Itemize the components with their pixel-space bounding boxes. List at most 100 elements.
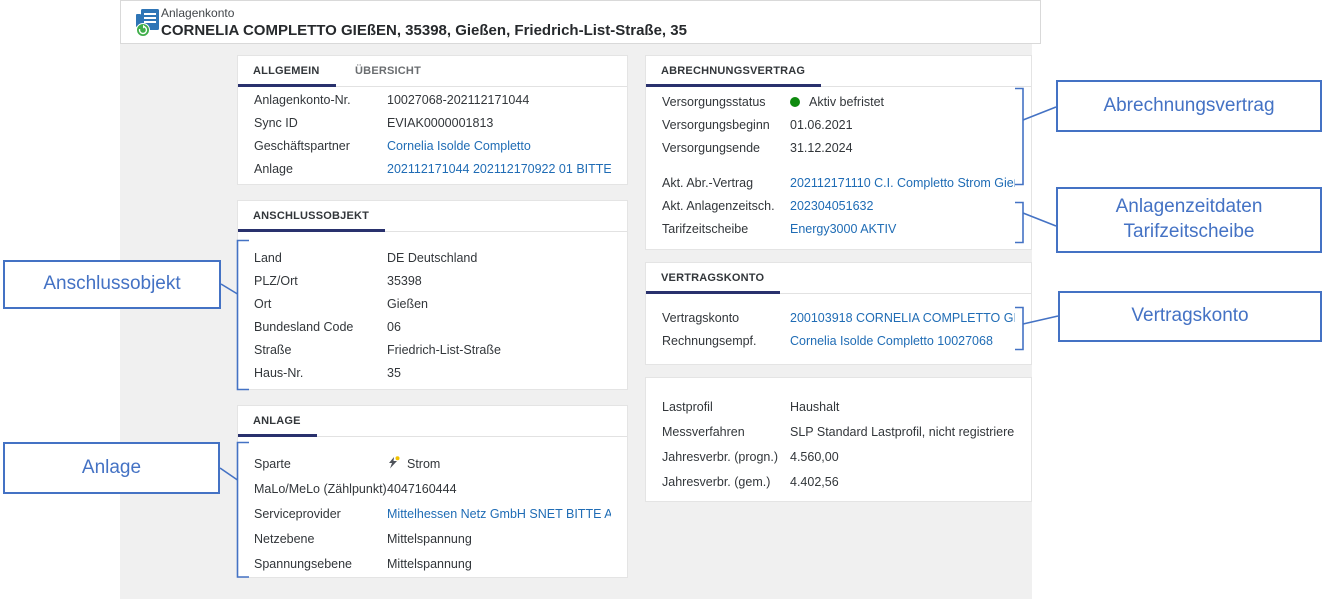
field-row: Anlage 202112171044 202112170922 01 BITT…	[254, 157, 611, 180]
serviceprovider-link[interactable]: Mittelhessen Netz GmbH SNET BITTE AENDER…	[387, 507, 611, 521]
field-label: Anlage	[254, 162, 387, 176]
tab-abrechnungsvertrag[interactable]: ABRECHNUNGSVERTRAG	[646, 56, 821, 87]
electricity-flash-icon	[387, 456, 401, 472]
field-row: Jahresverbr. (gem.) 4.402,56	[662, 469, 1015, 494]
field-value: 31.12.2024	[790, 141, 1015, 155]
field-row: Akt. Anlagenzeitsch. 202304051632	[662, 194, 1015, 217]
field-label: Sparte	[254, 457, 387, 471]
abr-vertrag-link[interactable]: 202112171110 C.I. Completto Strom Gießen	[790, 176, 1015, 190]
callout-label: Abrechnungsvertrag	[1103, 94, 1274, 119]
field-label: Versorgungsende	[662, 141, 790, 155]
field-label: Messverfahren	[662, 425, 790, 439]
field-value: Friedrich-List-Straße	[387, 343, 611, 357]
field-row: Geschäftspartner Cornelia Isolde Complet…	[254, 134, 611, 157]
field-value: Gießen	[387, 297, 611, 311]
panel-anschlussobjekt: ANSCHLUSSOBJEKT Land DE Deutschland PLZ/…	[237, 200, 628, 390]
rechnungsempfaenger-link[interactable]: Cornelia Isolde Completto 10027068	[790, 334, 1015, 348]
field-label: Vertragskonto	[662, 311, 790, 325]
field-label: Geschäftspartner	[254, 139, 387, 153]
field-value: 4.560,00	[790, 450, 1015, 464]
field-label: Haus-Nr.	[254, 366, 387, 380]
field-value: 06	[387, 320, 611, 334]
field-row: Spannungsebene Mittelspannung	[254, 551, 611, 576]
field-label: Tarifzeitscheibe	[662, 222, 790, 236]
field-row: Jahresverbr. (progn.) 4.560,00	[662, 444, 1015, 469]
panel-abrechnungsvertrag: ABRECHNUNGSVERTRAG Versorgungsstatus Akt…	[645, 55, 1032, 250]
field-value: Mittelspannung	[387, 532, 611, 546]
field-value: Strom	[407, 457, 440, 471]
field-label: Straße	[254, 343, 387, 357]
field-row: Tarifzeitscheibe Energy3000 AKTIV	[662, 217, 1015, 240]
facility-account-icon	[134, 8, 162, 38]
panel-allgemein: ALLGEMEIN ÜBERSICHT Anlagenkonto-Nr. 100…	[237, 55, 628, 185]
page-title: CORNELIA COMPLETTO GIEßEN, 35398, Gießen…	[161, 22, 687, 39]
field-label: Ort	[254, 297, 387, 311]
field-label: Serviceprovider	[254, 507, 387, 521]
callout-vertragskonto: Vertragskonto	[1058, 291, 1322, 342]
panel-lastprofil: Lastprofil Haushalt Messverfahren SLP St…	[645, 377, 1032, 502]
field-label: Akt. Anlagenzeitsch.	[662, 199, 790, 213]
field-label: Lastprofil	[662, 400, 790, 414]
anlagenzeitscheibe-link[interactable]: 202304051632	[790, 199, 1015, 213]
tab-strip: ALLGEMEIN ÜBERSICHT	[238, 56, 627, 87]
callout-label: Anschlussobjekt	[43, 272, 180, 297]
field-value: 35	[387, 366, 611, 380]
field-label: Akt. Abr.-Vertrag	[662, 176, 790, 190]
field-row: Messverfahren SLP Standard Lastprofil, n…	[662, 419, 1015, 444]
field-label: Anlagenkonto-Nr.	[254, 93, 387, 107]
callout-anlagenzeitdaten: Anlagenzeitdaten Tarifzeitscheibe	[1056, 187, 1322, 253]
field-row: Versorgungsstatus Aktiv befristet	[662, 90, 1015, 113]
tab-strip: ABRECHNUNGSVERTRAG	[646, 56, 1031, 87]
field-label: MaLo/MeLo (Zählpunkt)	[254, 482, 387, 496]
callout-label: Vertragskonto	[1131, 304, 1248, 329]
field-row: PLZ/Ort 35398	[254, 269, 611, 292]
field-value: DE Deutschland	[387, 251, 611, 265]
field-row: Anlagenkonto-Nr. 10027068-202112171044	[254, 88, 611, 111]
field-row: Akt. Abr.-Vertrag 202112171110 C.I. Comp…	[662, 171, 1015, 194]
field-row: Versorgungsbeginn 01.06.2021	[662, 113, 1015, 136]
callout-abrechnungsvertrag: Abrechnungsvertrag	[1056, 80, 1322, 132]
callout-label: Anlage	[82, 456, 141, 481]
field-value: Haushalt	[790, 400, 1015, 414]
field-label: Jahresverbr. (gem.)	[662, 475, 790, 489]
anlage-link[interactable]: 202112171044 202112170922 01 BITTE AENDE…	[387, 162, 611, 176]
field-label: Spannungsebene	[254, 557, 387, 571]
tarifzeitscheibe-link[interactable]: Energy3000 AKTIV	[790, 222, 1015, 236]
field-row: Straße Friedrich-List-Straße	[254, 338, 611, 361]
tab-vertragskonto[interactable]: VERTRAGSKONTO	[646, 263, 780, 294]
callout-label: Anlagenzeitdaten	[1116, 195, 1263, 220]
tab-allgemein[interactable]: ALLGEMEIN	[238, 56, 336, 87]
field-label: Bundesland Code	[254, 320, 387, 334]
field-row: Haus-Nr. 35	[254, 361, 611, 384]
geschaeftspartner-link[interactable]: Cornelia Isolde Completto	[387, 139, 611, 153]
field-row: Bundesland Code 06	[254, 315, 611, 338]
field-row: Versorgungsende 31.12.2024	[662, 136, 1015, 159]
anlagenkonto-screen: Anlagenkonto CORNELIA COMPLETTO GIEßEN, …	[0, 0, 1326, 599]
callout-anlage: Anlage	[3, 442, 220, 494]
field-label: Versorgungsstatus	[662, 95, 790, 109]
field-row: Lastprofil Haushalt	[662, 394, 1015, 419]
field-row: Ort Gießen	[254, 292, 611, 315]
app-label: Anlagenkonto	[161, 6, 687, 20]
tab-anlage[interactable]: ANLAGE	[238, 406, 317, 437]
field-value: 10027068-202112171044	[387, 93, 611, 107]
tab-strip: ANLAGE	[238, 406, 627, 437]
field-value: 35398	[387, 274, 611, 288]
callout-anschlussobjekt: Anschlussobjekt	[3, 260, 221, 309]
field-value: SLP Standard Lastprofil, nicht registrie…	[790, 425, 1015, 439]
field-label: PLZ/Ort	[254, 274, 387, 288]
tab-uebersicht[interactable]: ÜBERSICHT	[340, 56, 437, 87]
field-row: Sparte Strom	[254, 451, 611, 476]
active-status-dot	[790, 97, 800, 107]
field-label: Netzebene	[254, 532, 387, 546]
callout-label: Tarifzeitscheibe	[1124, 220, 1255, 245]
field-row: Land DE Deutschland	[254, 246, 611, 269]
field-row: Rechnungsempf. Cornelia Isolde Completto…	[662, 329, 1015, 352]
field-value: 01.06.2021	[790, 118, 1015, 132]
tab-strip: ANSCHLUSSOBJEKT	[238, 201, 627, 232]
tab-anschlussobjekt[interactable]: ANSCHLUSSOBJEKT	[238, 201, 385, 232]
vertragskonto-link[interactable]: 200103918 CORNELIA COMPLETTO GIEßEN	[790, 311, 1015, 325]
panel-anlage: ANLAGE Sparte Strom MaLo/MeLo (Zählpunkt…	[237, 405, 628, 578]
field-value: 4.402,56	[790, 475, 1015, 489]
field-row: MaLo/MeLo (Zählpunkt) 4047160444	[254, 476, 611, 501]
